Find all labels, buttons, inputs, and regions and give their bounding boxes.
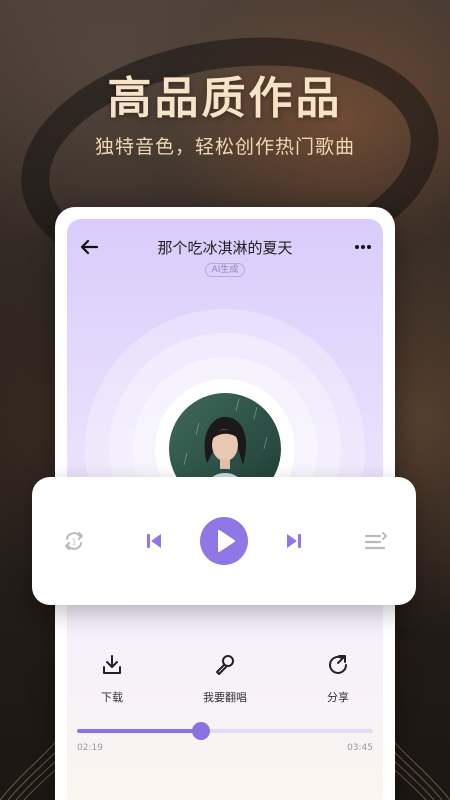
more-options-icon[interactable] [351,235,375,259]
promo-headline: 高品质作品 [107,73,343,124]
ai-generated-badge: AI生成 [205,263,245,277]
share-icon [329,655,347,674]
download-button[interactable]: 下载 [77,651,147,711]
promo-subline: 独特音色，轻松创作热门歌曲 [94,136,355,158]
song-title: 那个吃冰淇淋的夏天 [157,239,293,257]
current-time: 02:19 [77,743,103,753]
download-label: 下载 [101,691,123,704]
cover-song-button[interactable]: 我要翻唱 [190,651,260,711]
next-icon[interactable] [280,527,308,555]
play-button[interactable] [200,517,248,565]
microphone-icon [216,655,234,675]
download-icon [103,655,121,674]
previous-icon[interactable] [140,527,168,555]
action-bar: 下载 我要翻唱 分享 [67,651,383,711]
playlist-icon[interactable] [362,527,390,555]
progress-fill [77,729,202,733]
progress-thumb[interactable] [192,722,211,740]
repeat-one-icon[interactable]: 1 [60,527,88,555]
cover-song-label: 我要翻唱 [203,691,247,704]
progress-bar[interactable] [77,722,373,740]
back-arrow-icon[interactable] [77,235,101,259]
share-button[interactable]: 分享 [303,651,373,711]
playback-controls-card: 1 [32,477,416,605]
share-label: 分享 [327,691,349,704]
total-time: 03:45 [347,743,373,753]
svg-text:1: 1 [71,538,76,547]
play-icon [218,530,235,552]
player-topbar: 那个吃冰淇淋的夏天 [67,235,383,259]
